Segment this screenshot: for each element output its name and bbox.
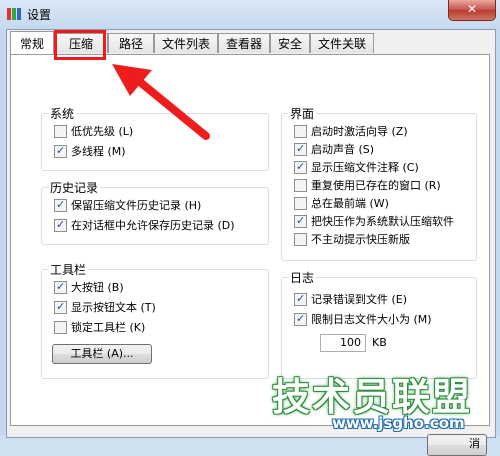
cancel-button-label: 消 [469, 437, 480, 450]
settings-window: 设置 ✕ 常规 压缩 路径 文件列表 查看器 安全 文件关联 系统 低优先级 (… [0, 0, 500, 456]
cancel-button[interactable]: 消 [427, 434, 487, 456]
watermark: 技术员联盟 www.jsgho.com [262, 366, 496, 436]
watermark-text: 技术员联盟 [272, 375, 473, 419]
watermark-url: www.jsgho.com [332, 414, 465, 432]
